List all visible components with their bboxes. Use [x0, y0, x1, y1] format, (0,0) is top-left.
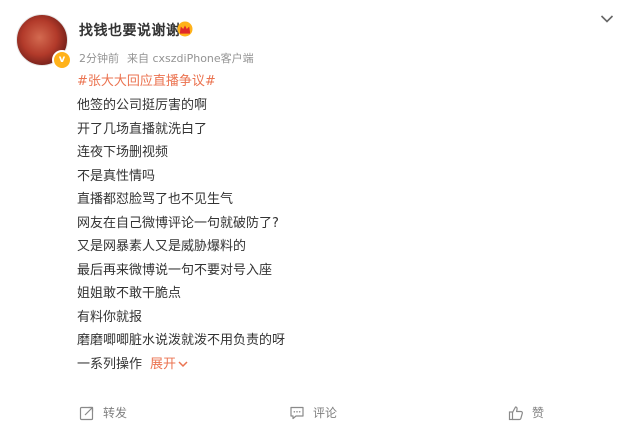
post-line: 不是真性情吗: [77, 168, 156, 184]
username[interactable]: 找钱也要说谢谢: [79, 20, 181, 40]
post-line: 姐姐敢不敢干脆点: [77, 286, 182, 301]
post-meta: 2分钟前 来自 cxszdiPhone客户端: [79, 50, 254, 66]
post-line: 最后再来微博说一句不要对号入座: [77, 262, 273, 278]
avatar-wrap[interactable]: v: [16, 14, 72, 70]
verified-badge-icon: v: [52, 50, 72, 70]
comment-button[interactable]: 评论: [289, 404, 337, 421]
chevron-down-icon[interactable]: [600, 14, 614, 24]
expand-button[interactable]: 展开: [150, 357, 188, 372]
share-icon: [79, 406, 94, 420]
post-line: 网友在自己微博评论一句就破防了?: [77, 215, 279, 231]
crown-icon: [177, 21, 193, 37]
hashtag-link[interactable]: #张大大回应直播争议#: [77, 70, 216, 89]
post-time[interactable]: 2分钟前: [79, 52, 119, 65]
like-button[interactable]: 赞: [508, 404, 544, 421]
post-line: 又是网暴素人又是威胁爆料的: [77, 239, 247, 254]
post-body: 他签的公司挺厉害的啊 开了几场直播就洗白了 连夜下场删视频 不是真性情吗 直播都…: [77, 94, 285, 376]
thumbs-up-icon: [508, 405, 523, 420]
action-bar: 转发 评论 赞: [0, 404, 636, 428]
post-line: 连夜下场删视频: [77, 145, 169, 160]
repost-label[interactable]: 转发: [103, 404, 127, 421]
post-line: 直播都怼脸骂了也不见生气: [77, 192, 234, 207]
post-source: 来自 cxszdiPhone客户端: [127, 52, 254, 65]
post-line-last-text: 一系列操作: [77, 356, 143, 372]
comment-label[interactable]: 评论: [313, 404, 337, 421]
post-line: 磨磨唧唧脏水说泼就泼不用负责的呀: [77, 333, 286, 348]
comment-icon: [290, 406, 304, 419]
post-line: 开了几场直播就洗白了: [77, 121, 208, 137]
post-line: 他签的公司挺厉害的啊: [77, 98, 208, 113]
post-line: 有料你就报: [77, 309, 143, 325]
post-line-last: 一系列操作 展开: [77, 353, 285, 377]
expand-label[interactable]: 展开: [150, 357, 176, 372]
like-label[interactable]: 赞: [532, 404, 544, 421]
weibo-post-card: v 找钱也要说谢谢 2分钟前 来自 cxszdiPhone客户端 #张大大回应直播…: [0, 0, 636, 432]
expand-chevron-icon[interactable]: [178, 360, 188, 368]
repost-button[interactable]: 转发: [79, 404, 127, 421]
